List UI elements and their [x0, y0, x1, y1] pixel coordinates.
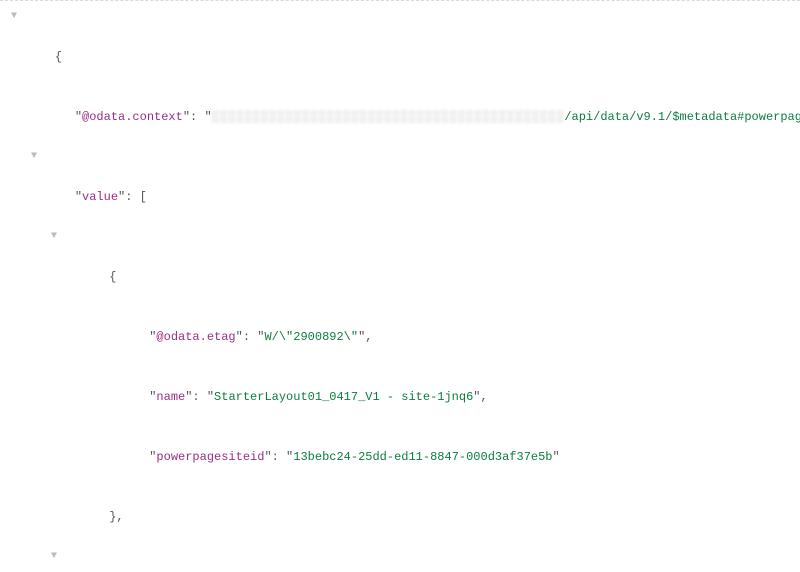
- object-close: },: [6, 487, 800, 547]
- json-array-item: ▼ { "@odata.etag": "W/\"2869393\"", "nam…: [6, 547, 800, 572]
- redacted-segment: ▒▒▒▒▒▒▒▒▒▒▒▒▒▒▒▒▒▒▒▒▒▒▒▒▒▒▒▒▒▒▒▒▒▒▒▒▒▒▒▒…: [212, 110, 565, 124]
- json-key: powerpagesiteid: [156, 450, 264, 464]
- etag-line: "@odata.etag": "W/\"2900892\"",: [6, 307, 800, 367]
- json-string: 13bebc24-25dd-ed11-8847-000d3af37e5b: [293, 450, 552, 464]
- json-array-item: ▼ { "@odata.etag": "W/\"2900892\"", "nam…: [6, 227, 800, 547]
- json-string: /api/data/v9.1/$metadata#powerpagesites(…: [564, 110, 800, 124]
- object-open: ▼ {: [6, 227, 800, 307]
- siteid-line: "powerpagesiteid": "13bebc24-25dd-ed11-8…: [6, 427, 800, 487]
- name-line: "name": "StarterLayout01_0417_V1 - site-…: [6, 367, 800, 427]
- collapse-toggle-icon[interactable]: ▼: [24, 147, 44, 167]
- json-string: StarterLayout01_0417_V1 - site-1jnq6: [214, 390, 473, 404]
- collapse-toggle-icon[interactable]: ▼: [4, 7, 24, 27]
- json-key: name: [156, 390, 185, 404]
- object-open: ▼ {: [6, 547, 800, 572]
- context-line: "@odata.context": "▒▒▒▒▒▒▒▒▒▒▒▒▒▒▒▒▒▒▒▒▒…: [6, 87, 800, 147]
- collapse-toggle-icon[interactable]: ▼: [44, 547, 64, 567]
- json-key: @odata.context: [82, 110, 183, 124]
- collapse-toggle-icon[interactable]: ▼: [44, 227, 64, 247]
- json-viewer: ▼ { "@odata.context": "▒▒▒▒▒▒▒▒▒▒▒▒▒▒▒▒▒…: [0, 0, 800, 572]
- json-string: W/\"2900892\": [264, 330, 358, 344]
- root-open: ▼ {: [6, 7, 800, 87]
- value-open: ▼ "value": [: [6, 147, 800, 227]
- json-key: @odata.etag: [156, 330, 235, 344]
- json-key: value: [82, 190, 118, 204]
